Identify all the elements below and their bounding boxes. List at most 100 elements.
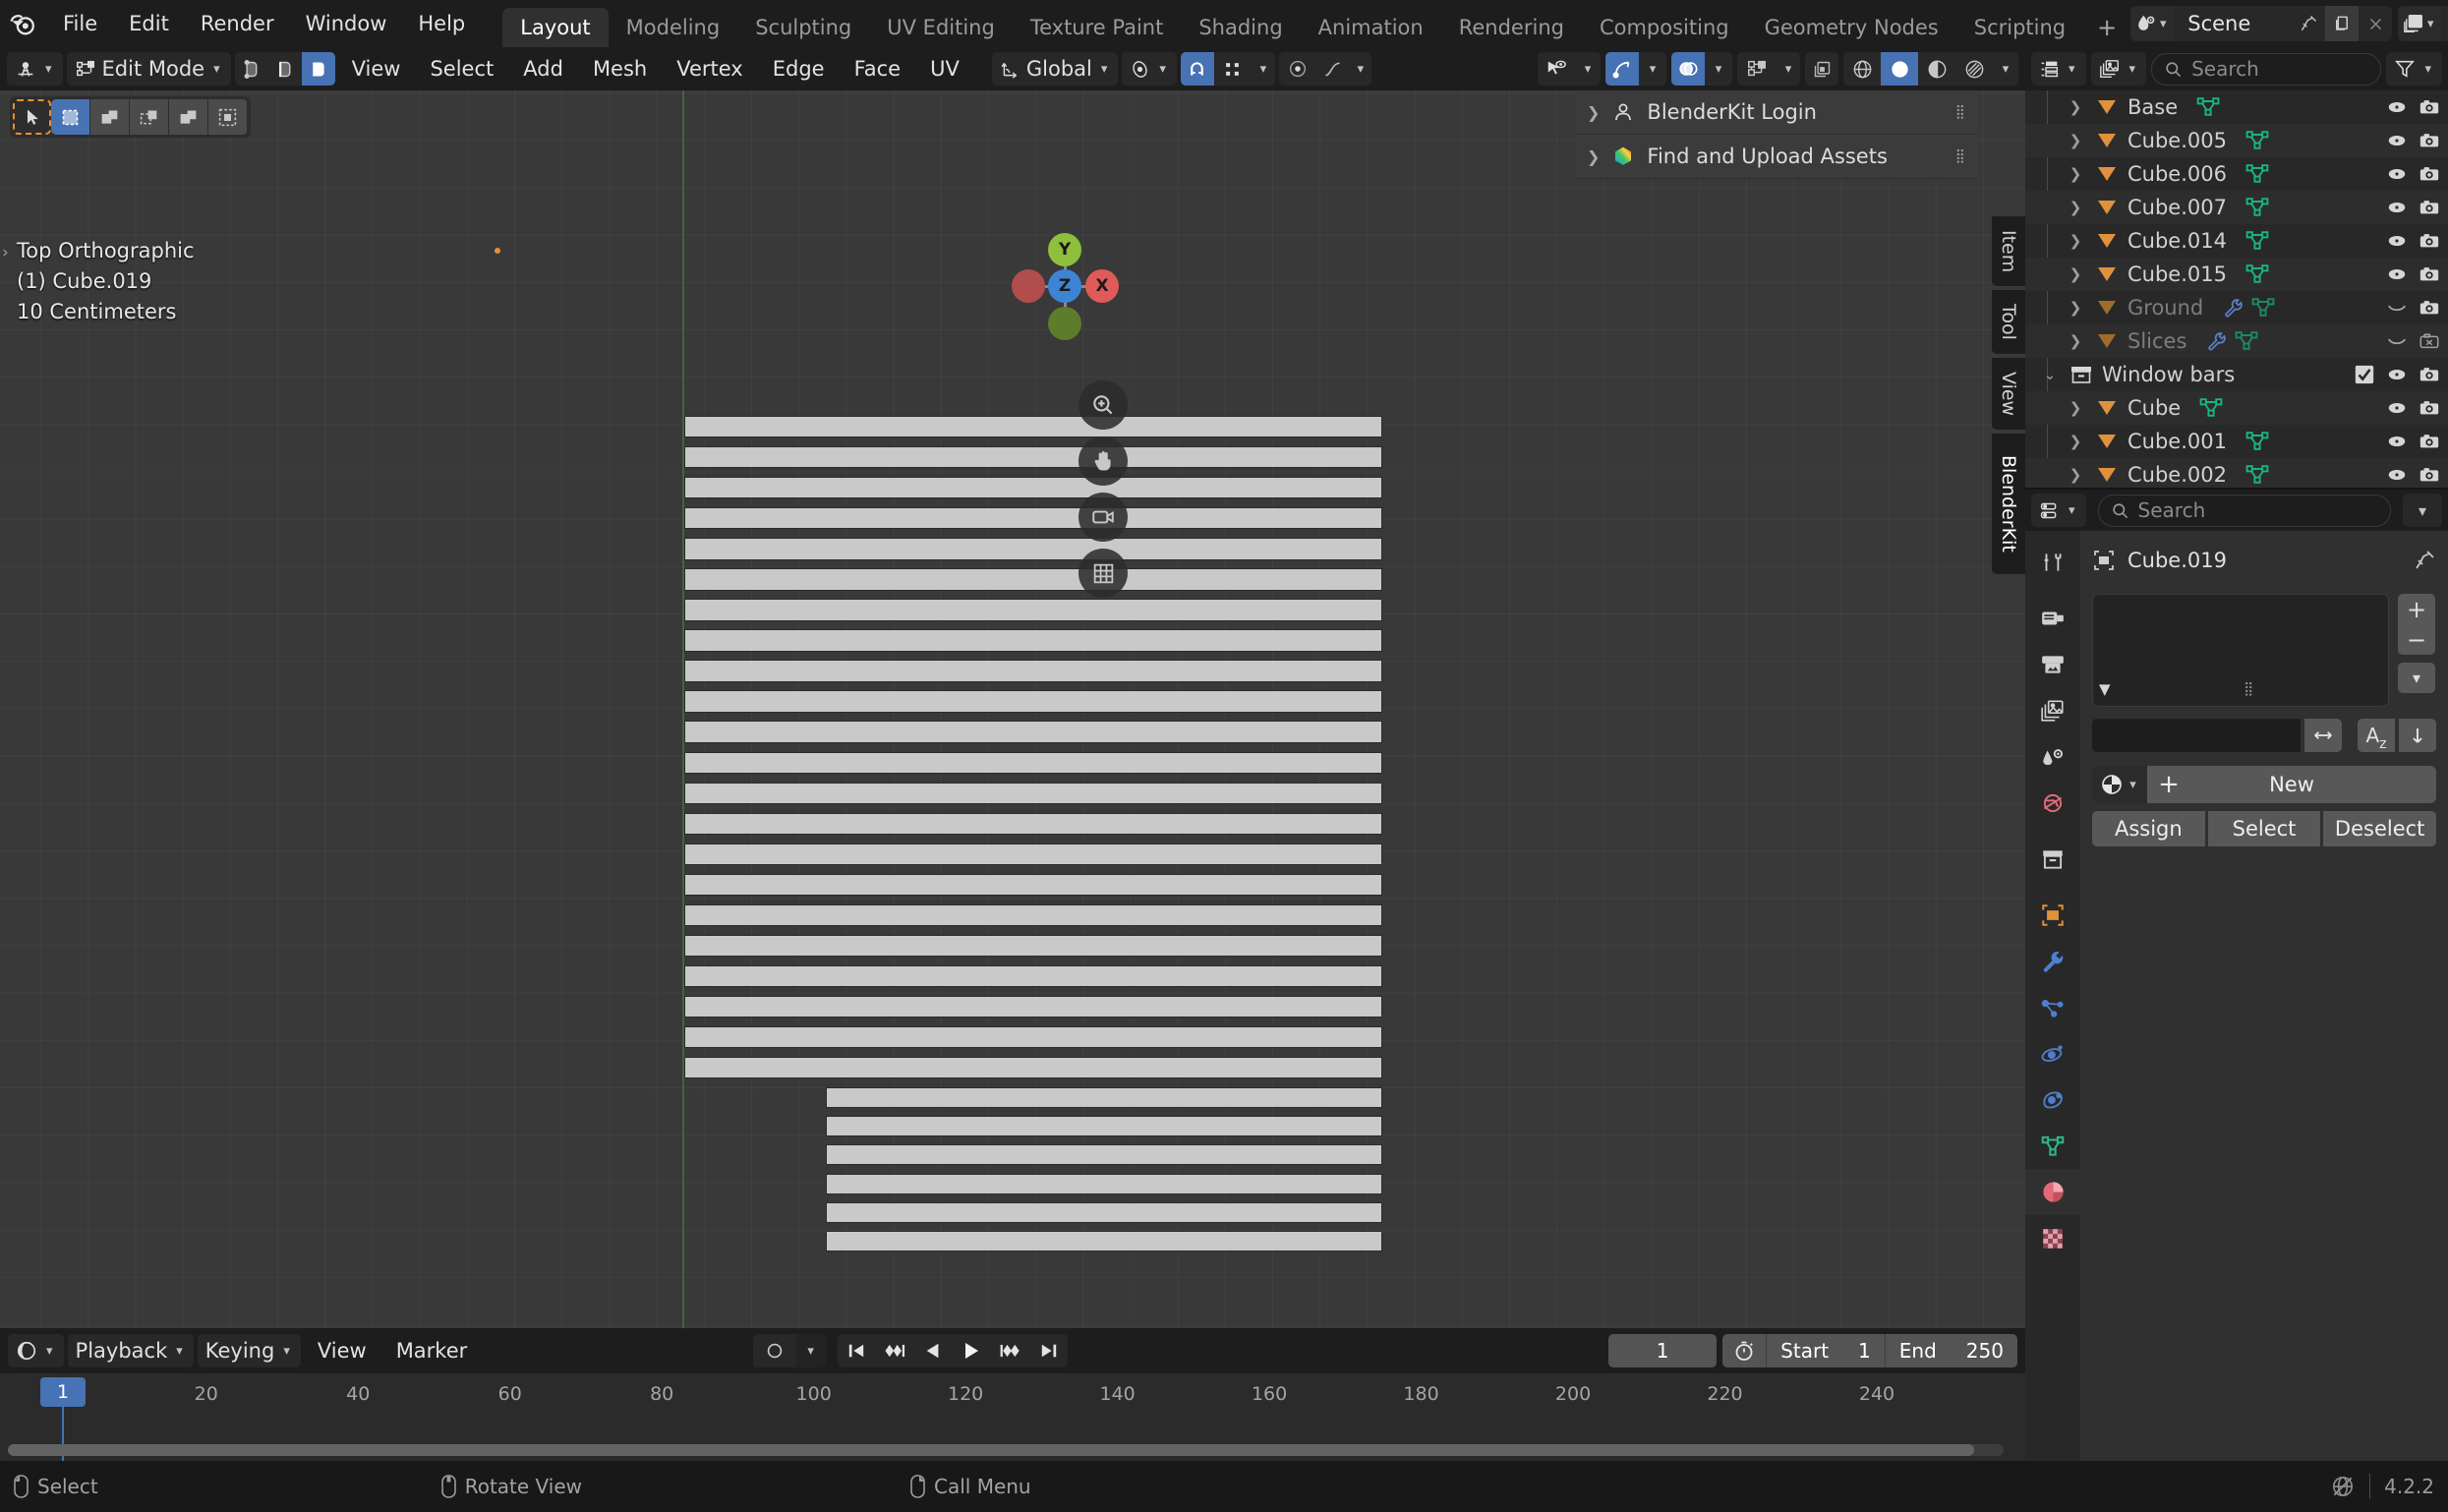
expand-arrow-icon[interactable]: ❯ bbox=[2065, 98, 2086, 116]
select-subtract-icon[interactable] bbox=[130, 99, 168, 135]
viewport-menu-face[interactable]: Face bbox=[842, 52, 914, 86]
workspace-tab-geometry-nodes[interactable]: Geometry Nodes bbox=[1747, 8, 1956, 47]
viewport-shading-wireframe-icon[interactable] bbox=[1843, 52, 1881, 86]
outliner-row-cube-015[interactable]: ❯ Cube.015 bbox=[2025, 258, 2448, 291]
outliner-row-ground[interactable]: ❯ Ground bbox=[2025, 291, 2448, 324]
mode-selector[interactable]: Edit Mode ▾ bbox=[66, 52, 231, 86]
outliner-display-mode-icon[interactable]: ▾ bbox=[2031, 52, 2086, 86]
outliner-row-cube-006[interactable]: ❯ Cube.006 bbox=[2025, 157, 2448, 191]
workspace-tab-shading[interactable]: Shading bbox=[1181, 8, 1300, 47]
camera-off-icon[interactable] bbox=[2419, 330, 2440, 352]
expand-arrow-icon[interactable]: ❯ bbox=[2065, 232, 2086, 250]
chevron-down-icon[interactable]: ▾ bbox=[1705, 52, 1732, 86]
start-frame-field[interactable]: Start 1 bbox=[1767, 1334, 1885, 1367]
gizmo-axis-x-neg[interactable] bbox=[1012, 269, 1045, 303]
window-bar[interactable] bbox=[684, 934, 1382, 958]
sidebar-tab-view[interactable]: View bbox=[1992, 358, 2025, 431]
window-bar[interactable] bbox=[684, 416, 1382, 438]
expand-arrow-icon[interactable]: ❯ bbox=[2065, 299, 2086, 317]
properties-tab-output[interactable] bbox=[2025, 641, 2080, 687]
overlays-icon[interactable] bbox=[1671, 52, 1705, 86]
stopwatch-icon[interactable] bbox=[1722, 1334, 1766, 1367]
deselect-faces-button[interactable]: Deselect bbox=[2323, 811, 2437, 846]
window-bar[interactable] bbox=[826, 1201, 1382, 1223]
view-layer-name[interactable]: ViewLayer bbox=[2441, 12, 2448, 35]
select-extend-icon[interactable] bbox=[90, 99, 129, 135]
mesh-data-icon[interactable] bbox=[2244, 463, 2270, 487]
falloff-curve-icon[interactable] bbox=[1316, 52, 1350, 86]
breadcrumb-object-name[interactable]: Cube.019 bbox=[2127, 549, 2227, 572]
expand-arrow-icon[interactable]: ❯ bbox=[2065, 433, 2086, 450]
workspace-tab-texture-paint[interactable]: Texture Paint bbox=[1013, 8, 1182, 47]
outliner-row-label[interactable]: Cube.005 bbox=[2127, 129, 2227, 152]
window-bar[interactable] bbox=[826, 1144, 1382, 1166]
wrench-icon[interactable] bbox=[2204, 330, 2228, 352]
gizmo-axis-x-pos[interactable]: X bbox=[1085, 269, 1119, 303]
pivot-point-selector[interactable]: ▾ bbox=[1122, 52, 1177, 86]
expand-arrow-icon[interactable]: ❯ bbox=[2065, 199, 2086, 216]
timeline-body[interactable]: 20 40 60 80 100 120 140 160 180 200 220 240 1 bbox=[0, 1373, 2025, 1461]
outliner-row-cube-014[interactable]: ❯ Cube.014 bbox=[2025, 224, 2448, 258]
viewport-menu-add[interactable]: Add bbox=[510, 52, 576, 86]
workspace-tab-modeling[interactable]: Modeling bbox=[609, 8, 738, 47]
properties-tab-particles[interactable] bbox=[2025, 984, 2080, 1030]
current-frame-field[interactable]: 1 bbox=[1608, 1334, 1718, 1367]
gizmo-axis-z-pos[interactable]: Z bbox=[1048, 269, 1081, 303]
keying-set-selector[interactable]: ▾ bbox=[752, 1334, 826, 1367]
triangle-down-icon[interactable]: ▼ bbox=[2099, 680, 2111, 698]
window-bar[interactable] bbox=[684, 660, 1382, 682]
menu-edit[interactable]: Edit bbox=[113, 6, 185, 41]
viewport-menu-vertex[interactable]: Vertex bbox=[664, 52, 756, 86]
material-slot-list[interactable]: ▼ ⣿ bbox=[2092, 594, 2389, 707]
eye-open-icon[interactable] bbox=[2386, 464, 2408, 486]
camera-view-icon[interactable] bbox=[1078, 493, 1128, 542]
sidebar-tab-item[interactable]: Item bbox=[1992, 216, 2025, 287]
camera-on-icon[interactable] bbox=[2419, 431, 2440, 452]
outliner-row-label[interactable]: Ground bbox=[2127, 296, 2203, 320]
sidebar-tab-tool[interactable]: Tool bbox=[1992, 290, 2025, 355]
menu-render[interactable]: Render bbox=[185, 6, 290, 41]
select-set-new-icon[interactable] bbox=[51, 99, 89, 135]
pin-icon[interactable] bbox=[2413, 549, 2436, 572]
window-bar[interactable] bbox=[684, 903, 1382, 927]
viewport-menu-select[interactable]: Select bbox=[417, 52, 506, 86]
mesh-data-icon[interactable] bbox=[2198, 396, 2224, 420]
magnet-snap-icon[interactable] bbox=[1180, 52, 1214, 86]
timeline-scrollbar[interactable] bbox=[8, 1444, 2004, 1456]
menu-window[interactable]: Window bbox=[290, 6, 403, 41]
add-workspace-button[interactable]: + bbox=[2083, 8, 2130, 47]
properties-tab-world[interactable] bbox=[2025, 780, 2080, 826]
window-bar[interactable] bbox=[684, 629, 1382, 652]
visibility-selectability-icon[interactable] bbox=[1538, 52, 1575, 86]
outliner-id-type-icon[interactable]: ▾ bbox=[2090, 52, 2147, 86]
eye-open-icon[interactable] bbox=[2386, 163, 2408, 185]
viewport-menu-uv[interactable]: UV bbox=[917, 52, 972, 86]
window-bar[interactable] bbox=[684, 995, 1382, 1018]
editor-type-3dview-icon[interactable]: ▾ bbox=[7, 52, 63, 86]
jump-to-next-keyframe-button[interactable] bbox=[991, 1334, 1030, 1367]
collection-checkbox[interactable] bbox=[2354, 364, 2375, 385]
close-scene-icon[interactable] bbox=[2359, 6, 2392, 41]
eye-open-icon[interactable] bbox=[2386, 397, 2408, 419]
toggle-xray-icon[interactable] bbox=[1805, 52, 1838, 86]
chevron-right-icon[interactable]: ❯ bbox=[1587, 147, 1600, 166]
select-faces-button[interactable]: Select bbox=[2207, 811, 2321, 846]
expand-arrow-icon[interactable]: ❯ bbox=[2065, 165, 2086, 183]
playhead[interactable]: 1 bbox=[40, 1377, 86, 1407]
window-bar[interactable] bbox=[684, 873, 1382, 897]
properties-tab-constraints[interactable] bbox=[2025, 1076, 2080, 1123]
end-frame-field[interactable]: End 250 bbox=[1886, 1334, 2017, 1367]
outliner-row-cube-002[interactable]: ❯ Cube.002 bbox=[2025, 458, 2448, 488]
workspace-tab-uv-editing[interactable]: UV Editing bbox=[869, 8, 1013, 47]
workspace-tab-rendering[interactable]: Rendering bbox=[1441, 8, 1582, 47]
outliner-row-cube-001[interactable]: ❯ Cube.001 bbox=[2025, 425, 2448, 458]
arrows-horizontal-icon[interactable] bbox=[2304, 719, 2342, 752]
viewport-shading-material-icon[interactable] bbox=[1918, 52, 1955, 86]
camera-on-icon[interactable] bbox=[2419, 297, 2440, 319]
window-bar[interactable] bbox=[684, 690, 1382, 713]
camera-on-icon[interactable] bbox=[2419, 163, 2440, 185]
tweak-cursor-icon[interactable] bbox=[13, 99, 51, 135]
chevron-down-icon[interactable]: ▾ bbox=[795, 1334, 826, 1367]
window-bar[interactable] bbox=[826, 1230, 1382, 1251]
sidebar-tab-blenderkit[interactable]: BlenderKit bbox=[1992, 434, 2025, 575]
